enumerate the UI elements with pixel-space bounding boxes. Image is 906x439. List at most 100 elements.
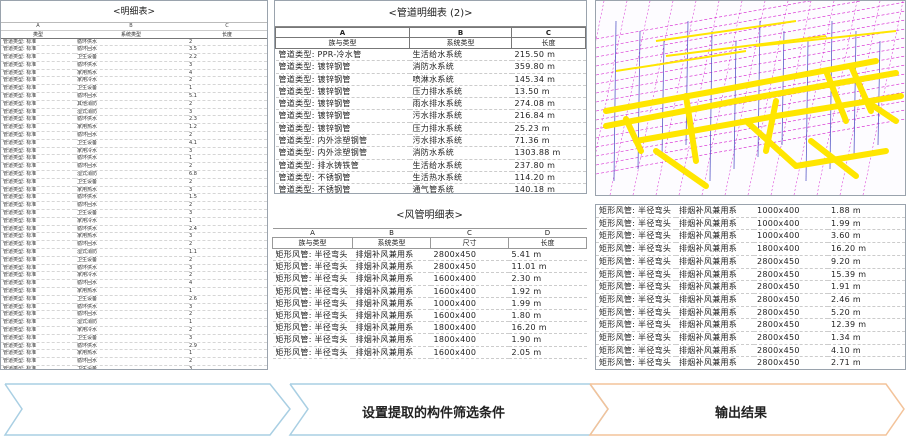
field-header[interactable]: 长度 — [511, 37, 586, 49]
field-header[interactable]: 尺寸 — [430, 237, 509, 249]
field-header[interactable]: 族与类型 — [275, 37, 410, 49]
table-row[interactable]: 管道类型: 镀锌钢管 压力排水系统 13.50 m — [275, 85, 586, 99]
table-row[interactable]: 管道类型: 标准 卫生设备 2.6 — [1, 295, 267, 304]
table-row[interactable]: 管道类型: 标准 循环回水 2 — [1, 131, 267, 140]
table-row[interactable]: 管道类型: 镀锌钢管 污水排水系统 216.84 m — [275, 109, 586, 123]
table-row[interactable]: 矩形风管: 半径弯头 排烟补风兼用系 2800x450 5.41 m — [272, 248, 587, 262]
table-row[interactable]: 管道类型: 标准 卫生设备 1 — [1, 84, 267, 94]
table-row[interactable]: 管道类型: 标准 循环回水 2 — [1, 357, 267, 366]
table-row[interactable]: 管道类型: 标准 循环供水 3 — [1, 303, 267, 312]
table-row[interactable]: 管道类型: 镀锌钢管 雨水排水系统 274.08 m — [275, 97, 586, 111]
table-row[interactable]: 管道类型: 标准 卫生设备 2.2 — [1, 53, 267, 62]
table-row[interactable]: 矩形风管: 半径弯头 排烟补风兼用系 1600x400 1.80 m — [272, 309, 587, 323]
table-row[interactable]: 矩形风管: 半径弯头 排烟补风兼用系 2800x450 12.39 m — [596, 318, 905, 333]
table-row[interactable]: 管道类型: 标准 湿式消防 6.8 — [1, 170, 267, 179]
table-row[interactable]: 管道类型: 内外涂塑钢管 污水排水系统 71.36 m — [275, 134, 586, 148]
table-row[interactable]: 管道类型: 不锈钢管 生活热水系统 114.20 m — [275, 171, 586, 185]
table-row[interactable]: 管道类型: 标准 循环供水 2.9 — [1, 342, 267, 351]
table-row[interactable]: 管道类型: 标准 湿式消防 1 — [1, 318, 267, 327]
table-row[interactable]: 矩形风管: 半径弯头 排烟补风兼用系 2800x450 4.10 m — [596, 344, 905, 358]
table-row[interactable]: 管道类型: 镀锌钢管 压力排水系统 25.23 m — [275, 122, 586, 136]
field-header[interactable]: 族与类型 — [272, 237, 353, 249]
table-row[interactable]: 管道类型: 标准 家用热水 3 — [1, 232, 267, 242]
table-row[interactable]: 矩形风管: 半径弯头 排烟补风兼用系 2800x450 1.91 m — [596, 280, 905, 294]
3d-model-canvas[interactable] — [596, 1, 905, 195]
column-letter[interactable]: A — [272, 228, 353, 238]
table-row[interactable]: 矩形风管: 半径弯头 排烟补风兼用系 2800x450 9.20 m — [596, 255, 905, 269]
table-row[interactable]: 管道类型: 标准 循环回水 3.5 — [1, 45, 267, 55]
table-row[interactable]: 管道类型: 标准 循环供水 1.5 — [1, 193, 267, 203]
table-row[interactable]: 矩形风管: 半径弯头 排烟补风兼用系 1000x400 1.99 m — [272, 297, 587, 311]
table-row[interactable]: 管道类型: 标准 家用冷水 2 — [1, 326, 267, 335]
table-row[interactable]: 管道类型: 标准 循环回水 2 — [1, 310, 267, 320]
table-row[interactable]: 管道类型: 镀锌钢管 消防水系统 359.80 m — [275, 60, 586, 74]
table-row[interactable]: 管道类型: 标准 循环回水 5.1 — [1, 92, 267, 101]
table-row[interactable]: 矩形风管: 半径弯头 排烟补风兼用系 1000x400 1.99 m — [596, 217, 905, 231]
table-row[interactable]: 矩形风管: 半径弯头 排烟补风兼用系 1600x400 2.05 m — [272, 346, 587, 359]
table-row[interactable]: 管道类型: 标准 循环回水 2 — [1, 201, 267, 211]
field-header[interactable]: 系统类型 — [409, 37, 512, 49]
table-row[interactable]: 矩形风管: 半径弯头 排烟补风兼用系 2800x450 5.20 m — [596, 306, 905, 320]
table-row[interactable]: 管道类型: PPR-冷水管 生活给水系统 215.50 m — [275, 48, 586, 62]
table-row[interactable]: 矩形风管: 半径弯头 排烟补风兼用系 1000x400 3.60 m — [596, 229, 905, 244]
table-row[interactable]: 管道类型: 内外涂塑钢管 消防水系统 1303.88 m — [275, 146, 586, 160]
table-row[interactable]: 管道类型: 标准 卫生设备 2 — [1, 178, 267, 187]
table-row[interactable]: 管道类型: 标准 卫生设备 3 — [1, 334, 267, 343]
table-row[interactable]: 管道类型: 标准 湿式消防 1.1 — [1, 248, 267, 257]
column-letter[interactable]: C — [430, 228, 509, 238]
table-row[interactable]: 矩形风管: 半径弯头 排烟补风兼用系 1600x400 2.30 m — [272, 272, 587, 286]
table-row[interactable]: 管道类型: 标准 循环供水 2 — [1, 38, 267, 47]
table-cell: 矩形风管: 半径弯头 — [272, 272, 353, 286]
column-letter[interactable]: C — [187, 23, 267, 31]
table-row[interactable]: 管道类型: 标准 循环回水 4 — [1, 279, 267, 288]
table-row[interactable]: 管道类型: 标准 家用冷水 2 — [1, 76, 267, 86]
table-row[interactable]: 管道类型: 排水铸铁管 生活给水系统 237.80 m — [275, 159, 586, 172]
table-row[interactable]: 矩形风管: 半径弯头 排烟补风兼用系 1000x400 1.88 m — [596, 205, 905, 218]
table-row[interactable]: 矩形风管: 半径弯头 排烟补风兼用系 1600x400 1.92 m — [272, 285, 587, 298]
table-row[interactable]: 管道类型: 标准 家用冷水 2 — [1, 271, 267, 281]
field-header[interactable]: 长度 — [187, 30, 267, 39]
table-row[interactable]: 管道类型: 标准 卫生设备 4.1 — [1, 139, 267, 148]
column-letter[interactable]: A — [1, 23, 75, 31]
table-row[interactable]: 管道类型: 标准 循环供水 3 — [1, 61, 267, 70]
table-row[interactable]: 管道类型: 标准 其他消防 2 — [1, 100, 267, 109]
field-header[interactable]: 系统类型 — [352, 237, 431, 249]
column-letter[interactable]: B — [409, 27, 512, 38]
column-letter[interactable]: A — [275, 27, 410, 38]
table-row[interactable]: 矩形风管: 半径弯头 排烟补风兼用系 2800x450 2.46 m — [596, 293, 905, 307]
table-row[interactable]: 管道类型: 标准 家用热水 1 — [1, 349, 267, 359]
table-row[interactable]: 矩形风管: 半径弯头 排烟补风兼用系 2800x450 1.34 m — [596, 331, 905, 345]
field-header[interactable]: 长度 — [508, 237, 587, 249]
table-row[interactable]: 管道类型: 标准 家用热水 1 — [1, 287, 267, 296]
table-row[interactable]: 管道类型: 不锈钢管 通气管系统 140.18 m — [275, 183, 586, 193]
field-header[interactable]: 类型 — [1, 30, 75, 39]
column-letter[interactable]: B — [75, 23, 187, 31]
table-row[interactable]: 管道类型: 标准 家用冷水 1 — [1, 217, 267, 226]
table-row[interactable]: 管道类型: 标准 卫生设备 3 — [1, 365, 267, 369]
table-row[interactable]: 矩形风管: 半径弯头 排烟补风兼用系 2800x450 15.39 m — [596, 268, 905, 282]
table-row[interactable]: 矩形风管: 半径弯头 排烟补风兼用系 1800x400 1.90 m — [272, 333, 587, 347]
3d-model-view[interactable] — [595, 0, 906, 196]
table-row[interactable]: 管道类型: 标准 循环供水 2.3 — [1, 115, 267, 125]
column-letter[interactable]: C — [511, 27, 586, 38]
column-letter[interactable]: B — [352, 228, 431, 238]
table-row[interactable]: 管道类型: 标准 循环供水 3 — [1, 264, 267, 273]
table-row[interactable]: 管道类型: 标准 家用热水 1.2 — [1, 123, 267, 133]
field-header[interactable]: 系统类型 — [75, 30, 187, 39]
table-row[interactable]: 管道类型: 标准 循环回水 2 — [1, 240, 267, 250]
table-row[interactable]: 管道类型: 标准 循环供水 1 — [1, 154, 267, 164]
table-row[interactable]: 管道类型: 标准 卫生设备 2 — [1, 256, 267, 265]
table-row[interactable]: 矩形风管: 半径弯头 排烟补风兼用系 2800x450 11.01 m — [272, 260, 587, 274]
table-row[interactable]: 矩形风管: 半径弯头 排烟补风兼用系 2800x450 2.71 m — [596, 356, 905, 369]
table-row[interactable]: 管道类型: 标准 循环回水 2 — [1, 162, 267, 172]
table-row[interactable]: 矩形风管: 半径弯头 排烟补风兼用系 1800x400 16.20 m — [272, 321, 587, 335]
table-row[interactable]: 管道类型: 标准 循环供水 2.4 — [1, 225, 267, 234]
table-row[interactable]: 管道类型: 标准 湿式消防 3 — [1, 108, 267, 117]
table-row[interactable]: 管道类型: 标准 家用热水 3 — [1, 186, 267, 195]
table-row[interactable]: 矩形风管: 半径弯头 排烟补风兼用系 1800x400 16.20 m — [596, 242, 905, 256]
table-row[interactable]: 管道类型: 镀锌钢管 喷淋水系统 145.34 m — [275, 73, 586, 86]
column-letter[interactable]: D — [508, 228, 587, 238]
table-row[interactable]: 管道类型: 标准 家用冷水 3 — [1, 147, 267, 156]
table-row[interactable]: 管道类型: 标准 家用热水 4 — [1, 69, 267, 78]
table-row[interactable]: 管道类型: 标准 卫生设备 3 — [1, 209, 267, 218]
